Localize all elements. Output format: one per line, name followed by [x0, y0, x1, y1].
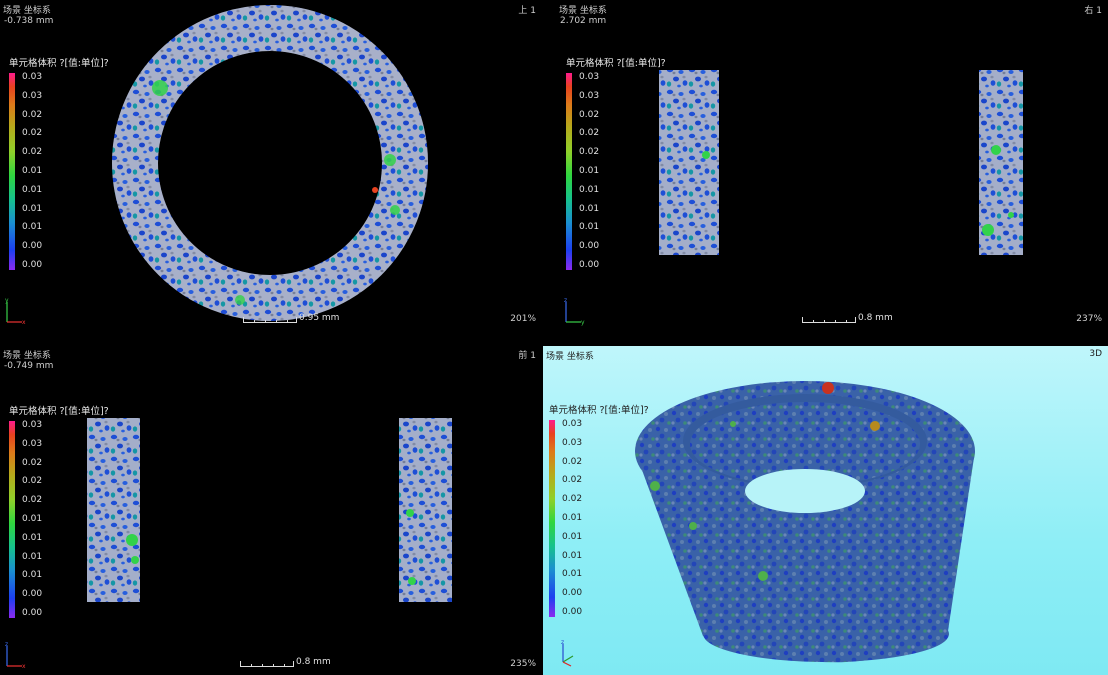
- legend-tick: 0.01: [22, 203, 43, 214]
- legend-tick: 0.00: [562, 606, 583, 617]
- viewport-right[interactable]: 场景 坐标系 2.702 mm 右 1 单元格体积 ?[值:单位]? 0.03 …: [556, 0, 1108, 330]
- scale-bar: 0.95 mm: [243, 314, 339, 323]
- legend-tick: 0.01: [579, 203, 600, 214]
- scale-bar: 0.8 mm: [802, 314, 893, 323]
- viewport-front[interactable]: 场景 坐标系 -0.749 mm 前 1 单元格体积 ?[值:单位]? 0.03…: [0, 345, 542, 675]
- legend-ticks: 0.03 0.03 0.02 0.02 0.02 0.01 0.01 0.01 …: [562, 420, 582, 617]
- legend-tick: 0.02: [22, 476, 43, 487]
- legend-title: 单元格体积 ?[值:单位]?: [566, 58, 666, 69]
- legend-color-bar: [9, 421, 15, 618]
- legend-tick: 0.01: [22, 222, 43, 233]
- scale-bar: 0.8 mm: [240, 658, 331, 667]
- legend-tick: 0.01: [22, 513, 43, 524]
- legend-tick: 0.01: [562, 569, 583, 580]
- legend-ticks: 0.03 0.03 0.02 0.02 0.02 0.01 0.01 0.01 …: [579, 73, 599, 270]
- scale-label: 0.8 mm: [296, 657, 331, 667]
- legend-tick: 0.02: [22, 495, 43, 506]
- svg-text:x: x: [22, 319, 26, 326]
- legend-tick: 0.02: [562, 475, 583, 486]
- color-legend: 单元格体积 ?[值:单位]? 0.03 0.03 0.02 0.02 0.02 …: [9, 55, 109, 270]
- zoom-level: 201%: [510, 314, 536, 324]
- legend-tick: 0.02: [22, 109, 43, 120]
- legend-tick: 0.03: [562, 419, 583, 429]
- legend-color-bar: [566, 73, 572, 270]
- viewport-top[interactable]: 场景 坐标系 -0.738 mm 上 1 单元格体积 ?[值:单位]? 0.03…: [0, 0, 542, 330]
- scale-label: 0.95 mm: [299, 313, 340, 323]
- scale-bar-graphic: [243, 317, 297, 323]
- legend-tick: 0.02: [579, 109, 600, 120]
- legend-tick: 0.00: [562, 588, 583, 599]
- scale-label: 0.8 mm: [858, 313, 893, 323]
- legend-tick: 0.01: [579, 165, 600, 176]
- legend-tick: 0.01: [22, 532, 43, 543]
- color-legend: 单元格体积 ?[值:单位]? 0.03 0.03 0.02 0.02 0.02 …: [9, 403, 109, 618]
- axis-triad-icon: z x: [5, 641, 26, 670]
- svg-text:z: z: [564, 297, 567, 304]
- legend-tick: 0.01: [579, 222, 600, 233]
- zoom-level: 237%: [1076, 314, 1102, 324]
- legend-color-bar: [549, 420, 555, 617]
- legend-ticks: 0.03 0.03 0.02 0.02 0.02 0.01 0.01 0.01 …: [22, 73, 42, 270]
- legend-tick: 0.03: [579, 72, 600, 82]
- legend-tick: 0.02: [22, 457, 43, 468]
- legend-color-bar: [9, 73, 15, 270]
- scale-bar-graphic: [802, 317, 856, 323]
- legend-tick: 0.00: [579, 241, 600, 252]
- axis-triad-icon: z y: [564, 297, 585, 326]
- svg-text:z: z: [561, 639, 564, 646]
- legend-tick: 0.03: [22, 438, 43, 449]
- legend-tick: 0.02: [579, 147, 600, 158]
- legend-tick: 0.02: [22, 128, 43, 139]
- legend-tick: 0.02: [562, 456, 583, 467]
- legend-tick: 0.00: [22, 607, 43, 618]
- legend-ticks: 0.03 0.03 0.02 0.02 0.02 0.01 0.01 0.01 …: [22, 421, 42, 618]
- legend-tick: 0.02: [22, 147, 43, 158]
- legend-tick: 0.02: [562, 494, 583, 505]
- svg-text:z: z: [5, 641, 8, 648]
- legend-tick: 0.02: [579, 128, 600, 139]
- legend-tick: 0.01: [562, 531, 583, 542]
- legend-tick: 0.01: [22, 551, 43, 562]
- viewport-3d[interactable]: 场景 坐标系 3D 单元格体积 ?[值:单位]? 0.03 0.03 0.02 …: [543, 346, 1108, 675]
- scale-bar-graphic: [240, 661, 294, 667]
- legend-tick: 0.01: [579, 184, 600, 195]
- legend-tick: 0.03: [579, 90, 600, 101]
- legend-tick: 0.03: [22, 420, 43, 430]
- svg-text:x: x: [22, 663, 26, 670]
- legend-tick: 0.00: [22, 589, 43, 600]
- legend-tick: 0.01: [22, 184, 43, 195]
- legend-tick: 0.01: [562, 512, 583, 523]
- legend-title: 单元格体积 ?[值:单位]?: [9, 406, 109, 417]
- color-legend: 单元格体积 ?[值:单位]? 0.03 0.03 0.02 0.02 0.02 …: [549, 402, 649, 617]
- legend-tick: 0.03: [22, 90, 43, 101]
- legend-tick: 0.03: [22, 72, 43, 82]
- zoom-level: 235%: [510, 659, 536, 669]
- legend-tick: 0.03: [562, 437, 583, 448]
- color-legend: 单元格体积 ?[值:单位]? 0.03 0.03 0.02 0.02 0.02 …: [566, 55, 666, 270]
- legend-tick: 0.00: [579, 259, 600, 270]
- axis-triad-icon: y x: [5, 297, 26, 326]
- legend-tick: 0.01: [562, 550, 583, 561]
- legend-tick: 0.01: [22, 165, 43, 176]
- legend-tick: 0.00: [22, 241, 43, 252]
- svg-text:y: y: [581, 319, 585, 326]
- axis-triad-icon: z: [561, 639, 574, 667]
- svg-text:y: y: [5, 297, 9, 304]
- legend-title: 单元格体积 ?[值:单位]?: [9, 58, 109, 69]
- legend-tick: 0.00: [22, 259, 43, 270]
- legend-tick: 0.01: [22, 570, 43, 581]
- legend-title: 单元格体积 ?[值:单位]?: [549, 405, 649, 416]
